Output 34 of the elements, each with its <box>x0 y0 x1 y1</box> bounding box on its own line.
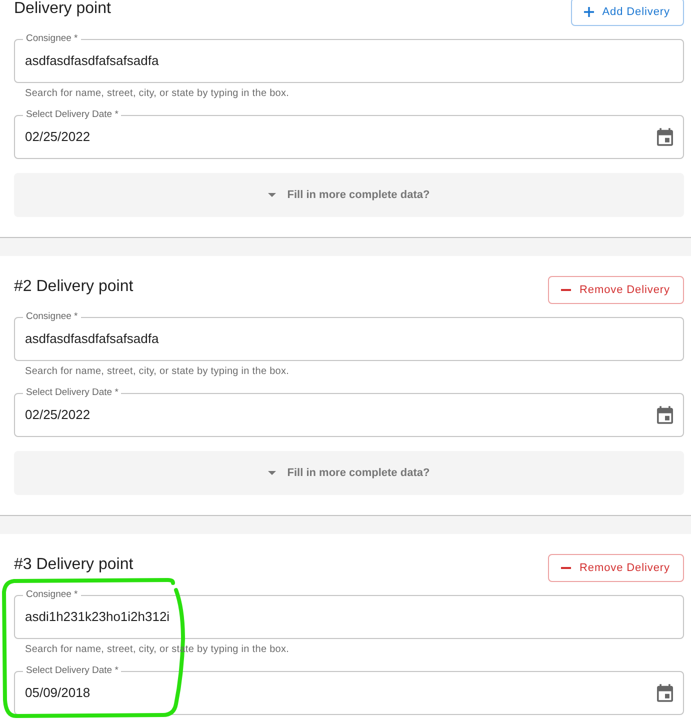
date-field[interactable]: Select Delivery Date * 02/25/2022 <box>14 109 684 159</box>
field-label: Select Delivery Date * <box>25 109 120 121</box>
add-delivery-button[interactable]: Add Delivery <box>571 0 684 26</box>
field-value: asdi1h231k23ho1i2h312i <box>25 609 171 625</box>
helper-text: Search for name, street, city, or state by typing in the box. <box>25 366 290 378</box>
section-title: #2 Delivery point <box>14 277 134 297</box>
section-title: #3 Delivery point <box>14 555 134 575</box>
section-title: Delivery point <box>14 0 111 19</box>
calendar-icon[interactable] <box>657 684 673 702</box>
field-value: 02/25/2022 <box>25 129 92 145</box>
field-value: asdfasdfasdfafsafsadfa <box>25 331 160 347</box>
field-value: asdfasdfasdfafsafsadfa <box>25 53 160 69</box>
field-label: Select Delivery Date * <box>25 387 120 399</box>
more-data-toggle[interactable]: Fill in more complete data? <box>14 173 684 217</box>
field-label: Consignee * <box>25 33 79 45</box>
remove-delivery-button[interactable]: Remove Delivery <box>548 276 684 304</box>
field-value: 05/09/2018 <box>25 685 92 701</box>
date-field[interactable]: Select Delivery Date * 05/09/2018 <box>14 665 684 715</box>
remove-delivery-button[interactable]: Remove Delivery <box>548 554 684 582</box>
calendar-icon[interactable] <box>657 406 673 424</box>
minus-icon <box>560 567 570 569</box>
field-label: Select Delivery Date * <box>25 665 120 677</box>
consignee-field[interactable]: Consignee * asdfasdfasdfafsafsadfa <box>14 33 684 83</box>
field-value: 02/25/2022 <box>25 407 92 423</box>
plus-icon <box>584 7 594 17</box>
more-data-toggle[interactable]: Fill in more complete data? <box>14 451 684 495</box>
helper-text: Search for name, street, city, or state by typing in the box. <box>25 88 290 100</box>
consignee-field[interactable]: Consignee * asdfasdfasdfafsafsadfa <box>14 311 684 361</box>
field-label: Consignee * <box>25 311 79 323</box>
calendar-icon[interactable] <box>657 128 673 146</box>
date-field[interactable]: Select Delivery Date * 02/25/2022 <box>14 387 684 437</box>
consignee-field[interactable]: Consignee * asdi1h231k23ho1i2h312i <box>14 589 684 639</box>
minus-icon <box>560 289 570 291</box>
field-label: Consignee * <box>25 589 79 601</box>
